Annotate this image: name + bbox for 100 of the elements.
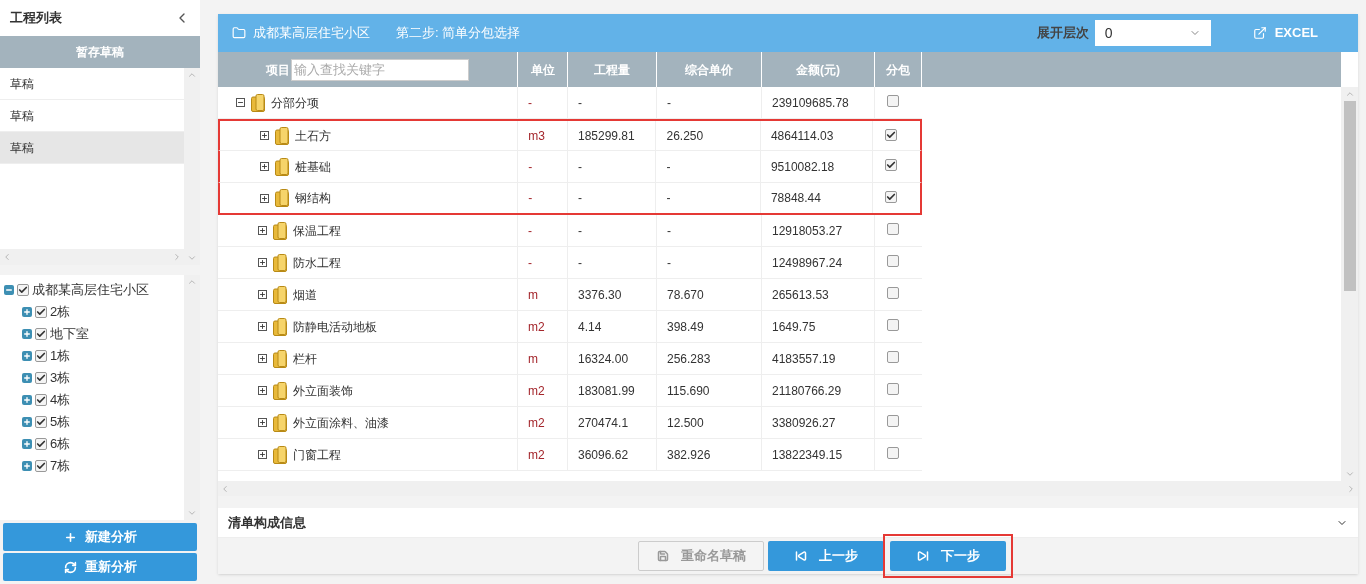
price-cell-text: 78.670 (667, 286, 704, 304)
refresh-icon (63, 560, 77, 574)
expand-icon[interactable] (258, 386, 267, 395)
tree-node[interactable]: 7栋 (50, 456, 71, 476)
quantity-cell-text: - (577, 158, 582, 176)
folder-icon (273, 285, 287, 304)
amount-cell-text: 9510082.18 (770, 158, 835, 176)
column-header: 单位 (518, 52, 568, 87)
amount-cell-text: 12918053.27 (772, 222, 843, 240)
checkbox[interactable] (35, 372, 47, 384)
checkbox[interactable] (887, 447, 899, 459)
project-title: 成都某高层住宅小区 (253, 24, 370, 43)
price-cell-text: 382.926 (667, 446, 711, 464)
amount-cell-text: 21180766.29 (772, 382, 842, 400)
amount-cell-text: 4864114.03 (770, 127, 834, 145)
expand-icon[interactable] (258, 258, 267, 267)
quantity-cell-text: 185299.81 (577, 127, 635, 145)
checkbox[interactable] (887, 223, 899, 235)
expand-icon[interactable] (258, 354, 267, 363)
quantity-cell-text: 3376.30 (578, 286, 622, 304)
expand-icon[interactable] (258, 450, 267, 459)
checkbox[interactable] (17, 284, 29, 296)
tree-node[interactable]: 3栋 (50, 368, 71, 388)
checkbox[interactable] (887, 383, 899, 395)
checkbox[interactable] (885, 129, 898, 141)
checkbox[interactable] (35, 416, 47, 428)
item-name: 烟道 (293, 286, 317, 304)
price-cell-text: - (667, 94, 671, 112)
draft-item[interactable]: 草稿 (0, 132, 184, 164)
checkbox[interactable] (885, 159, 898, 171)
unit-cell-text: - (528, 190, 533, 207)
step-title: 第二步: 简单分包选择 (396, 24, 521, 43)
checkbox[interactable] (887, 95, 899, 107)
item-name: 桩基础 (295, 158, 331, 176)
unit-cell-text: m (528, 350, 538, 368)
column-header: 项目 (266, 61, 290, 79)
quantity-cell-text: 183081.99 (578, 382, 635, 400)
checkbox[interactable] (35, 350, 47, 362)
tree-node[interactable]: 成都某高层住宅小区 (32, 280, 149, 300)
tree-node[interactable]: 4栋 (50, 390, 71, 410)
price-cell-text: 12.500 (667, 414, 704, 432)
level-select[interactable]: 0 (1094, 20, 1211, 46)
price-cell-text: 26.250 (666, 127, 704, 145)
checkbox[interactable] (35, 460, 47, 472)
quantity-cell-text: - (578, 222, 582, 240)
checkbox[interactable] (35, 306, 47, 318)
external-link-icon (1252, 26, 1267, 40)
expand-icon[interactable] (260, 162, 269, 171)
checkbox[interactable] (887, 255, 899, 267)
folder-icon (273, 221, 287, 240)
item-name: 保温工程 (293, 222, 341, 240)
folder-icon (275, 189, 289, 207)
checkbox[interactable] (885, 191, 898, 203)
item-name: 土石方 (295, 127, 331, 145)
expand-icon[interactable] (258, 290, 267, 299)
column-header: 分包 (875, 52, 922, 87)
amount-cell-text: 3380926.27 (772, 414, 836, 432)
scroll-thumb[interactable] (1343, 101, 1356, 291)
price-cell-text: 115.690 (667, 382, 710, 400)
item-name: 外立面装饰 (293, 382, 353, 400)
collapse-icon[interactable] (236, 98, 245, 107)
unit-cell-text: m2 (528, 382, 545, 400)
checkbox[interactable] (35, 328, 47, 340)
plus-icon (63, 530, 77, 544)
checkbox[interactable] (887, 351, 899, 363)
folder-icon (273, 445, 287, 464)
save-icon (656, 550, 669, 562)
search-field[interactable]: 输入查找关键字 (291, 58, 469, 81)
item-name: 钢结构 (295, 190, 331, 207)
tree-node[interactable]: 2栋 (50, 302, 71, 322)
amount-cell-text: 12498967.24 (772, 254, 843, 272)
tree-node[interactable]: 地下室 (50, 324, 89, 344)
expand-icon[interactable] (258, 322, 267, 331)
expand-icon[interactable] (260, 193, 269, 203)
folder-icon (275, 157, 289, 176)
folder-icon (273, 317, 287, 336)
checkbox[interactable] (35, 438, 47, 450)
expand-icon[interactable] (260, 131, 269, 140)
checkbox[interactable] (887, 319, 899, 331)
quantity-cell-text: - (577, 190, 582, 207)
tree-node[interactable]: 1栋 (50, 346, 71, 366)
checkbox[interactable] (35, 394, 47, 406)
quantity-cell-text: 36096.62 (578, 446, 629, 464)
tree-node[interactable]: 6栋 (50, 434, 71, 454)
vertical-scrollbar[interactable] (1341, 87, 1358, 481)
item-name: 门窗工程 (293, 446, 341, 464)
amount-cell-text: 265613.53 (772, 286, 829, 304)
quantity-cell-text: - (578, 254, 582, 272)
price-cell-text: - (666, 158, 671, 176)
amount-cell-text: 78848.44 (770, 190, 821, 207)
level-label: 展开层次 (1036, 24, 1089, 43)
amount-cell-text: 4183557.19 (772, 350, 836, 368)
checkbox[interactable] (887, 287, 899, 299)
checkbox[interactable] (887, 415, 899, 427)
expand-icon[interactable] (258, 418, 267, 427)
unit-cell-text: - (528, 254, 532, 272)
item-name: 分部分项 (271, 94, 319, 112)
folder-icon (273, 413, 287, 432)
tree-node[interactable]: 5栋 (50, 412, 71, 432)
expand-icon[interactable] (258, 226, 267, 235)
